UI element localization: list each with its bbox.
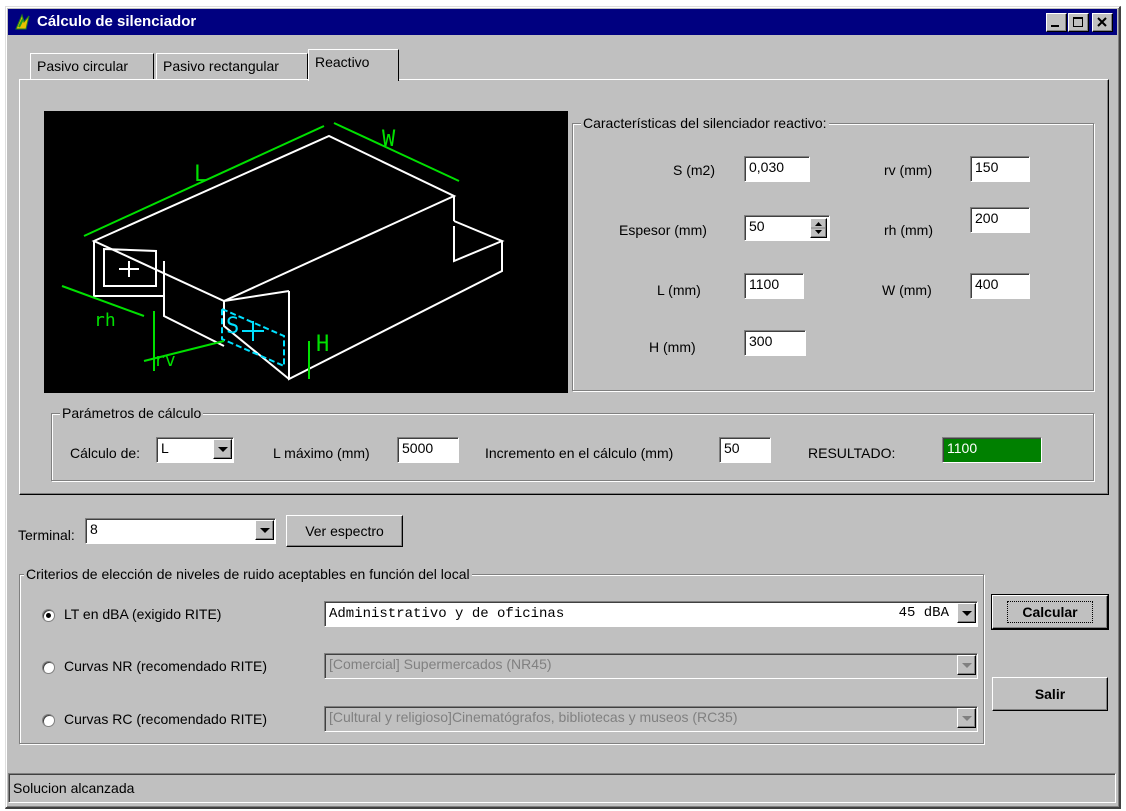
lt-dba-value: Administrativo y de oficinas: [329, 606, 565, 622]
criteria-group: Criterios de elección de niveles de ruid…: [19, 566, 984, 744]
tab-label: Pasivo circular: [37, 58, 129, 74]
minimize-icon: [1051, 25, 1059, 27]
maximize-icon: [1073, 17, 1083, 27]
diagram-label-h: H: [316, 332, 329, 357]
title-bar[interactable]: Cálculo de silenciador: [8, 9, 1117, 35]
rc-curves-label: Curvas RC (recomendado RITE): [64, 711, 268, 727]
ver-espectro-button[interactable]: Ver espectro: [286, 515, 403, 547]
diagram-label-rh: rh: [94, 310, 116, 331]
chevron-down-icon[interactable]: [957, 603, 976, 623]
lt-dba-select[interactable]: Administrativo y de oficinas 45 dBA: [324, 601, 978, 627]
lmax-input[interactable]: 5000: [397, 437, 459, 463]
w-label: W (mm): [882, 282, 932, 298]
h-label: H (mm): [649, 339, 696, 355]
lt-dba-suffix: 45 dBA: [898, 605, 949, 621]
espesor-spinner[interactable]: 50: [744, 215, 830, 241]
diagram-label-s: S: [226, 314, 239, 339]
chevron-down-icon[interactable]: [957, 655, 976, 675]
params-group: Parámetros de cálculo Cálculo de: L L má…: [51, 405, 1094, 481]
tab-pasivo-circular[interactable]: Pasivo circular: [30, 53, 154, 79]
calcular-button[interactable]: Calcular: [991, 594, 1109, 630]
rh-input[interactable]: 200: [970, 207, 1030, 233]
tab-reactivo[interactable]: Reactivo: [308, 49, 399, 81]
nr-curves-value: [Comercial] Supermercados (NR45): [329, 656, 552, 672]
criteria-legend: Criterios de elección de niveles de ruid…: [24, 566, 472, 582]
rv-label: rv (mm): [884, 162, 933, 178]
calculo-label: Cálculo de:: [70, 445, 141, 461]
diagram-label-rv: rv: [154, 350, 176, 371]
espesor-value: 50: [749, 218, 765, 234]
chevron-down-icon[interactable]: [957, 708, 976, 728]
incremento-label: Incremento en el cálculo (mm): [485, 445, 674, 461]
maximize-button[interactable]: [1068, 13, 1089, 32]
chevron-down-icon[interactable]: [255, 520, 274, 540]
minimize-button[interactable]: [1046, 13, 1067, 32]
spin-arrows-icon: [811, 222, 826, 234]
characteristics-legend: Características del silenciador reactivo…: [581, 115, 829, 131]
s-input[interactable]: 0,030: [744, 156, 810, 182]
s-label: S (m2): [673, 162, 715, 178]
terminal-value: 8: [90, 521, 98, 537]
rc-curves-value: [Cultural y religioso]Cinematógrafos, bi…: [329, 709, 738, 725]
rc-curves-radio[interactable]: [42, 714, 55, 727]
spin-buttons[interactable]: [810, 218, 827, 238]
characteristics-group: Características del silenciador reactivo…: [572, 115, 1094, 391]
status-text: Solucion alcanzada: [13, 780, 135, 796]
resultado-output: 1100: [942, 437, 1042, 463]
tab-page-reactivo: S L W H rh rv Características del silenc…: [19, 79, 1109, 495]
incremento-input[interactable]: 50: [719, 437, 771, 463]
status-bar: Solucion alcanzada: [8, 773, 1116, 803]
rc-curves-select[interactable]: [Cultural y religioso]Cinematógrafos, bi…: [324, 706, 978, 732]
params-legend: Parámetros de cálculo: [60, 405, 204, 421]
lmax-label: L máximo (mm): [273, 445, 370, 461]
silencer-diagram: S L W H rh rv: [44, 111, 568, 393]
l-label: L (mm): [657, 282, 701, 298]
tab-label: Pasivo rectangular: [163, 58, 279, 74]
calcular-label: Calcular: [1007, 601, 1093, 623]
close-icon: [1097, 17, 1107, 27]
nr-curves-select[interactable]: [Comercial] Supermercados (NR45): [324, 653, 978, 679]
tab-pasivo-rectangular[interactable]: Pasivo rectangular: [156, 53, 308, 79]
lt-dba-label: LT en dBA (exigido RITE): [64, 606, 222, 622]
terminal-label: Terminal:: [18, 527, 75, 543]
calculo-select[interactable]: L: [156, 437, 234, 463]
calculo-value: L: [161, 440, 169, 456]
rv-input[interactable]: 150: [970, 156, 1030, 182]
lt-dba-radio[interactable]: [42, 609, 55, 622]
terminal-select[interactable]: 8: [85, 518, 276, 544]
l-input[interactable]: 1100: [744, 273, 804, 299]
w-input[interactable]: 400: [970, 273, 1030, 299]
close-button[interactable]: [1092, 13, 1113, 32]
h-input[interactable]: 300: [744, 330, 806, 356]
diagram-label-l: L: [194, 162, 207, 187]
nr-curves-label: Curvas NR (recomendado RITE): [64, 658, 268, 674]
resultado-label: RESULTADO:: [808, 445, 896, 461]
espesor-label: Espesor (mm): [619, 222, 707, 238]
diagram-label-w: W: [382, 127, 396, 152]
rh-label: rh (mm): [884, 222, 933, 238]
nr-curves-radio[interactable]: [42, 661, 55, 674]
main-window: Cálculo de silenciador Pasivo circular P…: [5, 6, 1121, 809]
salir-button[interactable]: Salir: [992, 677, 1108, 711]
chevron-down-icon[interactable]: [213, 439, 232, 459]
app-icon: [15, 13, 30, 30]
window-title: Cálculo de silenciador: [37, 13, 197, 30]
tab-label: Reactivo: [315, 54, 370, 70]
